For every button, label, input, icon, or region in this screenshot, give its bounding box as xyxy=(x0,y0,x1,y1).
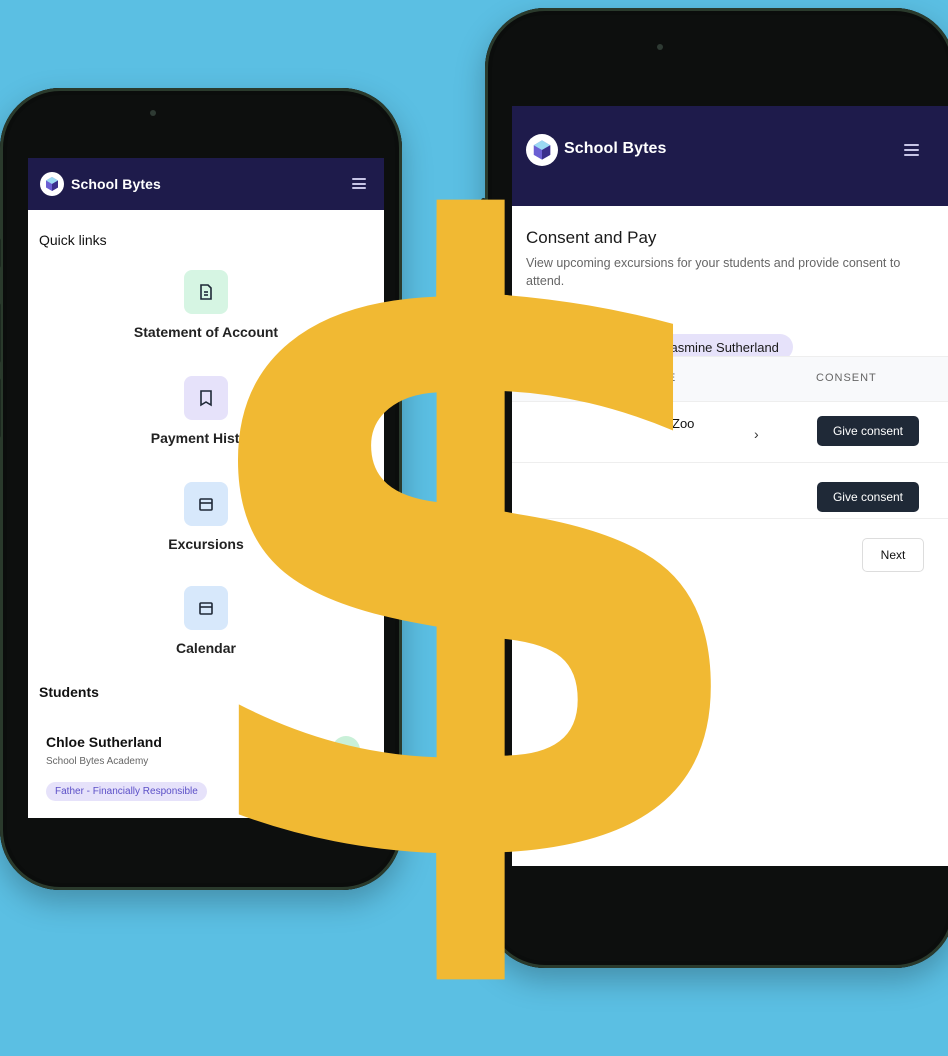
bookmark-icon xyxy=(184,376,228,420)
document-icon xyxy=(184,270,228,314)
students-title: Students xyxy=(39,684,99,700)
quick-link-label: Payment History xyxy=(150,430,262,446)
side-button xyxy=(0,303,1,363)
excursion-name: Zoo xyxy=(672,416,695,431)
give-consent-button[interactable]: Give consent xyxy=(817,482,919,512)
side-button xyxy=(481,198,486,258)
hamburger-menu-icon[interactable] xyxy=(352,178,366,189)
camera-dot xyxy=(657,44,663,50)
column-header-consent: CONSENT xyxy=(816,372,877,384)
quick-link-calendar[interactable]: Calendar xyxy=(28,586,384,656)
app-title: School Bytes xyxy=(71,176,161,192)
app-bar: School Bytes xyxy=(28,158,384,210)
previous-button[interactable]: Previous xyxy=(526,550,573,564)
school-bytes-logo xyxy=(526,134,558,166)
page-description: View upcoming excursions for your studen… xyxy=(526,256,901,288)
quick-link-label: Statement of Account xyxy=(133,324,279,340)
student-name: Chloe Sutherland xyxy=(46,734,162,750)
calendar-icon xyxy=(184,586,228,630)
quick-link-excursions[interactable]: Excursions xyxy=(28,482,384,552)
left-phone: School Bytes Quick links Statement of Ac… xyxy=(0,88,402,890)
student-avatar xyxy=(332,736,360,764)
quick-link-payment-history[interactable]: Payment History xyxy=(28,376,384,446)
student-school: School Bytes Academy xyxy=(46,756,149,767)
next-button[interactable]: Next xyxy=(862,538,924,572)
quick-link-label: Calendar xyxy=(176,640,236,656)
students-label: Students: xyxy=(526,308,577,322)
hamburger-menu-icon[interactable] xyxy=(904,144,919,156)
camera-dot xyxy=(150,110,156,116)
student-role-badge: Father - Financially Responsible xyxy=(46,782,207,801)
left-screen: School Bytes Quick links Statement of Ac… xyxy=(28,158,384,818)
side-button xyxy=(0,378,1,438)
quick-link-statement[interactable]: Statement of Account xyxy=(28,270,384,340)
quick-links-title: Quick links xyxy=(39,232,107,248)
chevron-right-icon[interactable]: › xyxy=(754,426,759,442)
column-header-excursion-name: EXCURSION NAME xyxy=(562,372,677,384)
quick-link-label: Excursions xyxy=(168,536,244,552)
app-title: School Bytes xyxy=(564,140,667,157)
app-bar: School Bytes xyxy=(512,106,948,206)
page-title: Consent and Pay xyxy=(526,228,657,247)
student-card[interactable]: Chloe Sutherland School Bytes Academy Fa… xyxy=(38,714,374,818)
right-screen: School Bytes Consent and Pay View upcomi… xyxy=(512,106,948,906)
bottom-bezel xyxy=(512,866,948,906)
school-bytes-logo xyxy=(40,172,64,196)
calendar-icon xyxy=(184,482,228,526)
give-consent-button[interactable]: Give consent xyxy=(817,416,919,446)
right-phone: School Bytes Consent and Pay View upcomi… xyxy=(481,8,948,968)
side-button xyxy=(0,238,1,268)
